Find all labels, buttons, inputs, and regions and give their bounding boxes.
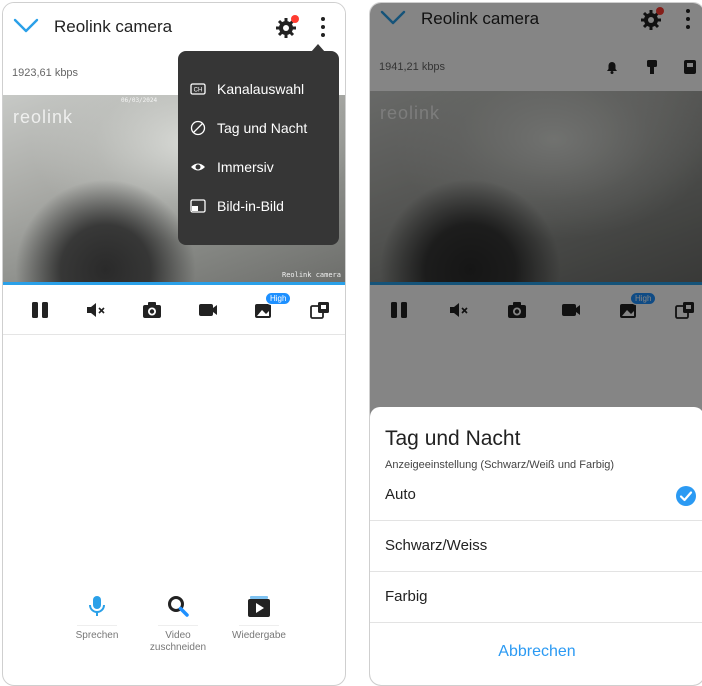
playback-action[interactable]: Wiedergabe xyxy=(219,593,299,642)
cancel-button[interactable]: Abbrechen xyxy=(370,643,702,661)
menu-item-label: Kanalauswahl xyxy=(217,81,305,97)
menu-item-channel[interactable]: CH Kanalauswahl xyxy=(190,79,330,99)
video-camera-label: Reolink camera xyxy=(281,271,341,279)
right-screen: Reolink camera 1941,21 kbps reolink High xyxy=(369,2,702,686)
sheet-subtitle: Anzeigeeinstellung (Schwarz/Weiß und Far… xyxy=(385,459,615,471)
settings-gear-icon[interactable] xyxy=(275,15,299,39)
header: Reolink camera xyxy=(3,3,345,53)
record-button[interactable] xyxy=(197,299,219,321)
crop-video-label-line1: Video xyxy=(165,630,191,641)
quality-badge: High xyxy=(265,292,292,305)
more-options-icon[interactable] xyxy=(319,17,327,39)
video-camera-icon xyxy=(199,304,217,316)
menu-arrow xyxy=(311,44,325,52)
playback-label: Wiedergabe xyxy=(232,630,286,641)
control-toolbar: High xyxy=(3,287,345,335)
divider xyxy=(239,625,279,626)
crop-video-action[interactable]: Video zuschneiden xyxy=(138,593,218,654)
notification-dot xyxy=(291,15,299,23)
option-label: Farbig xyxy=(385,588,428,605)
pause-icon xyxy=(32,302,48,318)
multi-view-icon xyxy=(310,302,329,319)
snapshot-button[interactable] xyxy=(141,299,163,321)
menu-item-immersive[interactable]: Immersiv xyxy=(190,157,330,177)
pause-button[interactable] xyxy=(29,299,51,321)
option-label: Schwarz/Weiss xyxy=(385,537,488,554)
menu-item-label: Tag und Nacht xyxy=(217,120,308,136)
camera-icon xyxy=(143,302,161,318)
chevron-down-icon[interactable] xyxy=(13,17,39,35)
playback-icon xyxy=(246,593,272,619)
check-icon xyxy=(676,486,696,506)
menu-item-label: Bild-in-Bild xyxy=(217,198,284,214)
channel-icon: CH xyxy=(190,83,206,95)
talk-action[interactable]: Sprechen xyxy=(57,593,137,642)
menu-item-label: Immersiv xyxy=(217,159,274,175)
bitrate-readout: 1923,61 kbps xyxy=(12,67,79,79)
video-timestamp: 06/03/2024 xyxy=(121,97,158,104)
crop-video-label-line2: zuschneiden xyxy=(149,642,207,653)
search-icon xyxy=(165,593,191,619)
option-black-white[interactable]: Schwarz/Weiss xyxy=(370,522,702,572)
mute-button[interactable] xyxy=(85,299,107,321)
option-color[interactable]: Farbig xyxy=(370,573,702,623)
sheet-title: Tag und Nacht xyxy=(385,427,521,450)
day-night-sheet: Tag und Nacht Anzeigeeinstellung (Schwar… xyxy=(370,407,702,685)
menu-item-picture-in-picture[interactable]: Bild-in-Bild xyxy=(190,196,330,216)
video-progress-bar xyxy=(3,282,345,285)
reolink-logo: reolink xyxy=(13,107,74,127)
camera-title: Reolink camera xyxy=(54,17,173,36)
quality-button[interactable]: High xyxy=(253,292,292,321)
svg-text:CH: CH xyxy=(194,88,203,94)
microphone-icon xyxy=(84,593,110,619)
option-auto[interactable]: Auto xyxy=(370,471,702,521)
speaker-muted-icon xyxy=(87,303,105,317)
menu-item-day-night[interactable]: Tag und Nacht xyxy=(190,118,330,138)
day-night-icon xyxy=(190,120,206,136)
divider xyxy=(158,625,198,626)
options-menu: CH Kanalauswahl Tag und Nacht Immersiv B… xyxy=(178,44,339,245)
talk-label: Sprechen xyxy=(75,630,119,641)
divider xyxy=(77,625,117,626)
eye-icon xyxy=(191,163,205,171)
option-label: Auto xyxy=(385,486,416,503)
picture-in-picture-icon xyxy=(190,199,206,213)
switch-stream-button[interactable] xyxy=(309,299,331,321)
left-screen: Reolink camera 1923,61 kbps reolink 06/0… xyxy=(2,2,346,686)
